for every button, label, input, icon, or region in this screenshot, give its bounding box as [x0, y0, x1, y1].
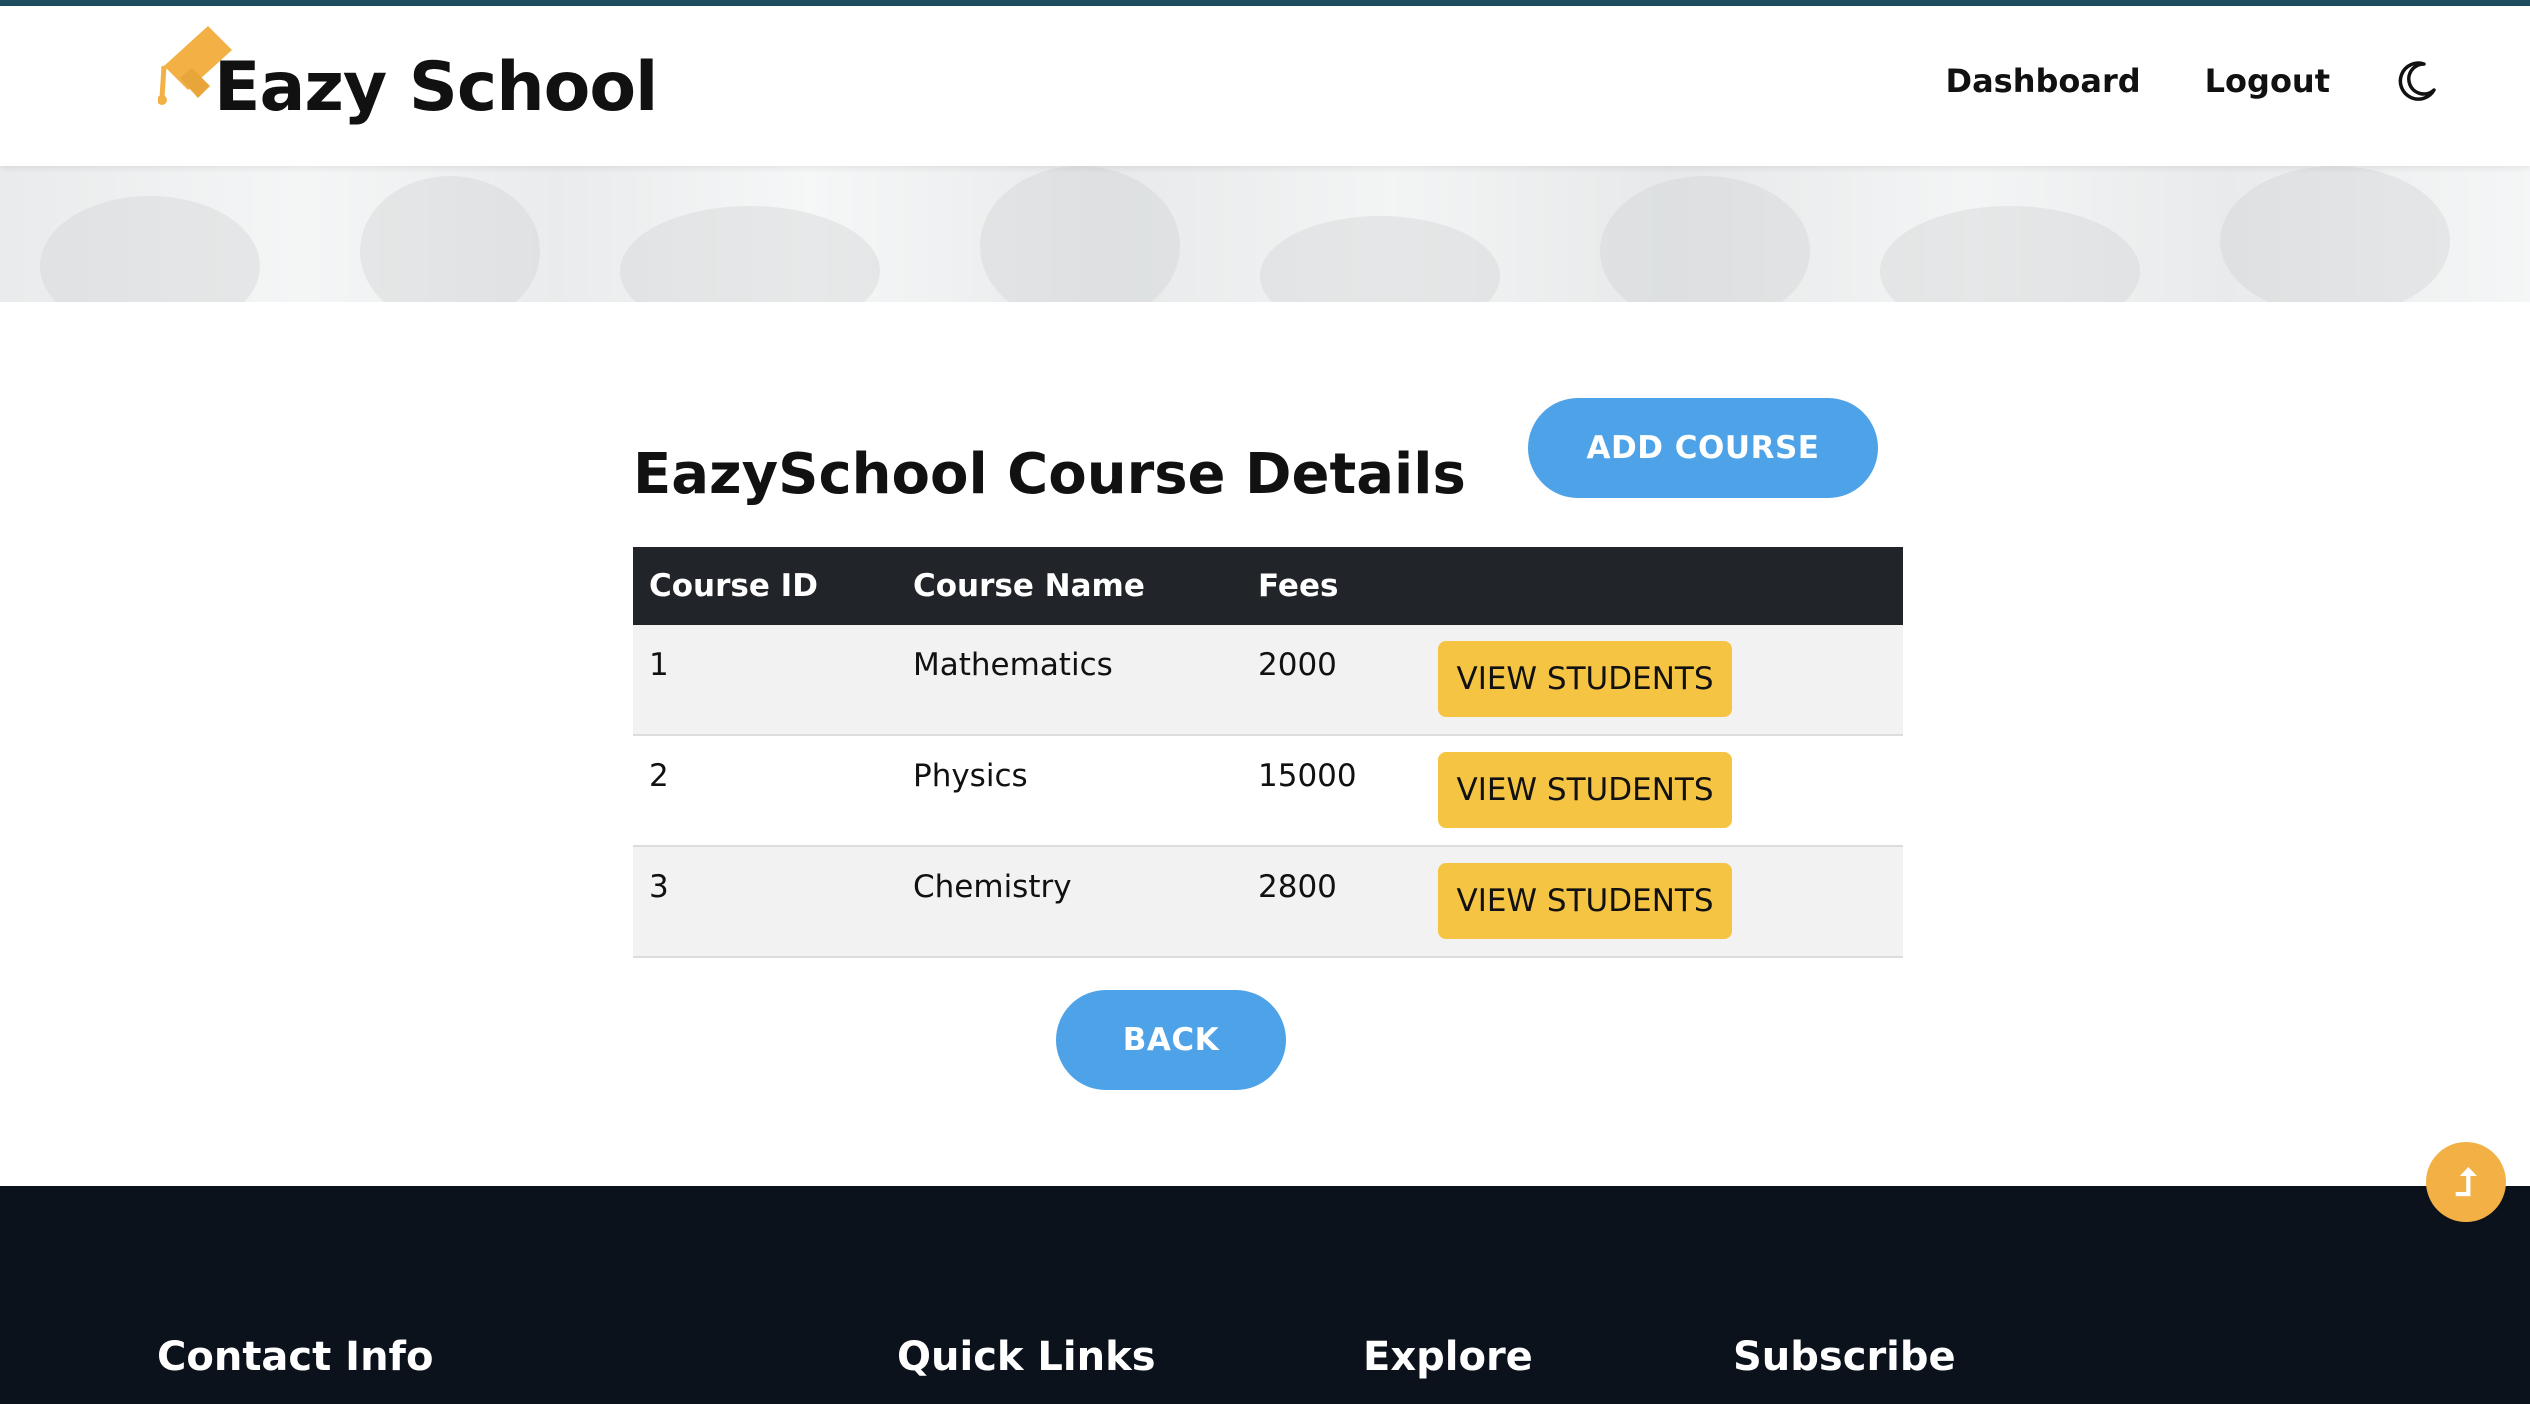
scroll-to-top-button[interactable]: ⮥: [2426, 1142, 2506, 1222]
course-id-cell: 3: [649, 869, 669, 905]
courses-table: Course ID Course Name Fees 1 Mathematics…: [633, 547, 1903, 958]
course-id-cell: 1: [649, 647, 669, 683]
table-header-row: Course ID Course Name Fees: [633, 547, 1903, 625]
view-students-button[interactable]: VIEW STUDENTS: [1438, 641, 1732, 717]
page-title: EazySchool Course Details: [633, 441, 1466, 507]
arrow-up-icon: ⮥: [2454, 1159, 2478, 1204]
course-fees-cell: 2000: [1258, 647, 1337, 683]
footer-heading-contact-info: Contact Info: [157, 1334, 434, 1380]
main-nav: Dashboard Logout: [1946, 58, 2441, 104]
view-students-button[interactable]: VIEW STUDENTS: [1438, 863, 1732, 939]
back-button[interactable]: BACK: [1056, 990, 1286, 1090]
course-fees-cell: 15000: [1258, 758, 1357, 794]
site-header: Eazy School Dashboard Logout: [0, 6, 2530, 166]
hero-banner-image: [0, 166, 2530, 302]
column-header-fees: Fees: [1242, 547, 1422, 625]
nav-logout-link[interactable]: Logout: [2205, 62, 2330, 100]
table-row: 1 Mathematics 2000 VIEW STUDENTS: [633, 625, 1903, 736]
column-header-actions: [1422, 547, 1903, 625]
footer-heading-quick-links: Quick Links: [897, 1334, 1156, 1380]
brand-name: Eazy School: [214, 48, 658, 127]
column-header-course-name: Course Name: [897, 547, 1242, 625]
course-name-cell: Chemistry: [913, 869, 1072, 905]
table-row: 3 Chemistry 2800 VIEW STUDENTS: [633, 846, 1903, 958]
site-footer: Contact Info Quick Links Explore Subscri…: [0, 1186, 2530, 1404]
view-students-button[interactable]: VIEW STUDENTS: [1438, 752, 1732, 828]
nav-dashboard-link[interactable]: Dashboard: [1946, 62, 2141, 100]
course-fees-cell: 2800: [1258, 869, 1337, 905]
add-course-button[interactable]: ADD COURSE: [1528, 398, 1878, 498]
course-name-cell: Physics: [913, 758, 1028, 794]
course-name-cell: Mathematics: [913, 647, 1113, 683]
footer-heading-explore: Explore: [1363, 1334, 1533, 1380]
footer-heading-subscribe: Subscribe: [1733, 1334, 1956, 1380]
moon-icon[interactable]: [2394, 58, 2440, 104]
table-row: 2 Physics 15000 VIEW STUDENTS: [633, 735, 1903, 847]
column-header-course-id: Course ID: [633, 547, 897, 625]
course-id-cell: 2: [649, 758, 669, 794]
